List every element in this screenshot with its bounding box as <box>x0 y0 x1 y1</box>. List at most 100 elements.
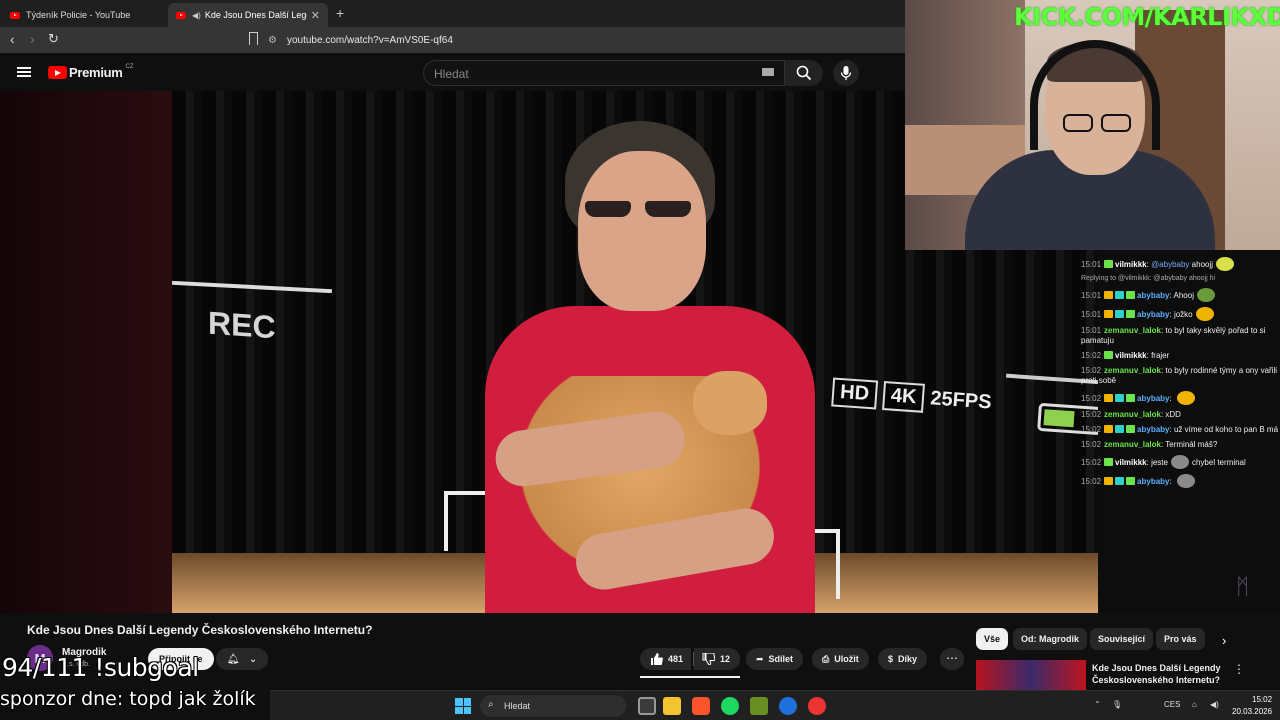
volume-icon[interactable]: ◀) <box>1210 700 1219 709</box>
chat-message: 15:02 zemanuv_lalok: to byly rodinné týmy… <box>1081 366 1278 385</box>
network-icon[interactable]: ⌂ <box>1192 700 1197 709</box>
cyan-badge-icon <box>1115 291 1125 299</box>
chat-username[interactable]: abybaby <box>1137 425 1169 434</box>
tray-chevron-icon[interactable]: ⌃ <box>1094 700 1101 709</box>
kebab-menu-icon[interactable]: ⋮ <box>1233 662 1245 676</box>
language-indicator[interactable]: CES <box>1164 700 1180 709</box>
chat-message: 15:02 vilmikkk: frajer <box>1081 351 1170 360</box>
app-icon[interactable] <box>779 697 797 715</box>
share-icon: ➦ <box>756 653 764 664</box>
rec-label: REC <box>208 304 276 346</box>
bookmark-add-icon: ⎙ <box>822 653 830 664</box>
green-badge-icon <box>1104 458 1114 466</box>
chat-timestamp: 15:02 <box>1081 425 1102 434</box>
cyan-badge-icon <box>1115 310 1125 318</box>
search-icon <box>796 65 812 81</box>
subgoal-overlay: 94/111 !subgoal <box>2 653 199 682</box>
thanks-button[interactable]: $ Díky <box>878 648 928 670</box>
voice-search-button[interactable] <box>833 60 859 86</box>
chip-related[interactable]: Související <box>1090 628 1154 650</box>
cat-head <box>693 371 767 435</box>
green-badge-icon <box>1126 394 1136 402</box>
dislike-button[interactable]: 12 <box>694 648 741 670</box>
chat-timestamp: 15:02 <box>1081 366 1102 375</box>
windows-start-icon[interactable] <box>455 698 471 714</box>
chat-message: 15:02 vilmikkk: jeste chybel terminal <box>1081 455 1280 469</box>
url-text: youtube.com/watch?v=AmVS0E-qf64 <box>286 34 453 46</box>
like-button[interactable]: 481 <box>640 648 692 670</box>
chat-username[interactable]: zemanuv_lalok <box>1104 440 1161 449</box>
reload-icon[interactable]: ↻ <box>48 31 59 47</box>
microphone-icon <box>840 66 852 80</box>
chip-for-you[interactable]: Pro vás <box>1156 628 1205 650</box>
minecraft-launcher-icon[interactable] <box>750 697 768 715</box>
forward-icon[interactable]: › <box>30 31 35 47</box>
chat-timestamp: 15:02 <box>1081 410 1102 419</box>
recommended-video-thumbnail[interactable] <box>976 660 1086 690</box>
spotify-icon[interactable] <box>721 697 739 715</box>
obs-icon[interactable] <box>808 697 826 715</box>
more-actions-button[interactable]: ⋯ <box>940 648 964 670</box>
chat-username[interactable]: vilmikkk <box>1115 260 1147 269</box>
recommended-video-title[interactable]: Kde Jsou Dnes Další Legendy Českoslovens… <box>1092 662 1232 686</box>
tab-kde-jsou-dnes[interactable]: ◀) Kde Jsou Dnes Další Legendy Českoslov… <box>168 3 328 27</box>
youtube-premium-logo[interactable]: Premium CZ <box>48 64 134 80</box>
chat-emote-icon <box>1216 257 1235 271</box>
green-badge-icon <box>1126 310 1136 318</box>
file-explorer-icon[interactable] <box>663 697 681 715</box>
chip-from-magrodik[interactable]: Od: Magrodik <box>1013 628 1087 650</box>
logo-text: Premium <box>69 65 123 80</box>
chat-username[interactable]: zemanuv_lalok <box>1104 326 1161 335</box>
chat-username[interactable]: vilmikkk <box>1115 458 1147 467</box>
hd-label: HD <box>831 377 878 410</box>
dislike-count: 12 <box>720 654 731 664</box>
speaker-icon[interactable]: ◀) <box>192 11 201 20</box>
chat-username[interactable]: abybaby <box>1137 477 1169 486</box>
back-icon[interactable]: ‹ <box>10 31 15 47</box>
chat-timestamp: 15:01 <box>1081 326 1102 335</box>
chat-username[interactable]: zemanuv_lalok <box>1104 410 1161 419</box>
chat-message: 15:02 abybaby: <box>1081 474 1280 488</box>
save-label: Uložit <box>834 654 859 664</box>
new-tab-button[interactable]: + <box>336 5 344 21</box>
save-button[interactable]: ⎙ Uložit <box>812 648 869 670</box>
system-clock[interactable]: 15:02 20.03.2026 <box>1232 694 1272 718</box>
microphone-tray-icon[interactable]: 🎙︎ <box>1112 700 1122 709</box>
chat-emote-icon <box>1195 307 1214 321</box>
taskbar-search[interactable]: ⌕ Hledat <box>480 695 626 717</box>
chat-emote-icon <box>1176 391 1195 405</box>
woman-with-cat <box>425 121 825 613</box>
video-title: Kde Jsou Dnes Další Legendy Českoslovens… <box>27 623 373 637</box>
search-button[interactable] <box>785 60 823 86</box>
site-info-icon[interactable]: ⚙ <box>268 35 277 46</box>
search-icon: ⌕ <box>488 699 494 710</box>
brave-browser-icon[interactable] <box>692 697 710 715</box>
like-ratio-bar <box>640 676 740 678</box>
chat-message: 15:02 abybaby: <box>1081 391 1280 405</box>
task-view-icon[interactable] <box>638 697 656 715</box>
chat-username[interactable]: abybaby <box>1137 310 1169 319</box>
gold-badge-icon <box>1104 394 1114 402</box>
share-button[interactable]: ➦ Sdílet <box>746 648 804 670</box>
search-input[interactable]: Hledat <box>423 60 785 86</box>
keyboard-icon[interactable] <box>762 68 774 76</box>
chat-text: už víme od koho to pan B má <box>1173 425 1279 434</box>
chat-timestamp: 15:01 <box>1081 310 1102 319</box>
chat-username[interactable]: zemanuv_lalok <box>1104 366 1161 375</box>
chip-all[interactable]: Vše <box>976 628 1009 650</box>
video-specs: HD 4K 25FPS <box>831 377 992 417</box>
notifications-button[interactable]: 🔔︎ ⌄ <box>216 648 268 670</box>
tab-tydenik-policie[interactable]: Týdeník Policie - YouTube <box>2 3 164 27</box>
bookmark-icon[interactable] <box>249 32 258 45</box>
chevron-right-icon[interactable]: › <box>1222 633 1226 648</box>
chat-username[interactable]: vilmikkk <box>1115 351 1147 360</box>
chat-username[interactable]: abybaby <box>1137 291 1169 300</box>
chat-username[interactable]: abybaby <box>1137 394 1169 403</box>
close-tab-icon[interactable]: ✕ <box>311 9 320 22</box>
chat-reply-context: Replying to @vilmikkk: @abybaby ahoojj h… <box>1081 275 1216 282</box>
chat-text: jožko <box>1173 310 1193 319</box>
magrodik-watermark-icon: ᛗ <box>1236 574 1250 599</box>
url-field[interactable]: ⚙ youtube.com/watch?v=AmVS0E-qf64 <box>268 30 905 50</box>
glasses <box>1063 114 1133 134</box>
hamburger-menu-icon[interactable] <box>17 67 31 77</box>
